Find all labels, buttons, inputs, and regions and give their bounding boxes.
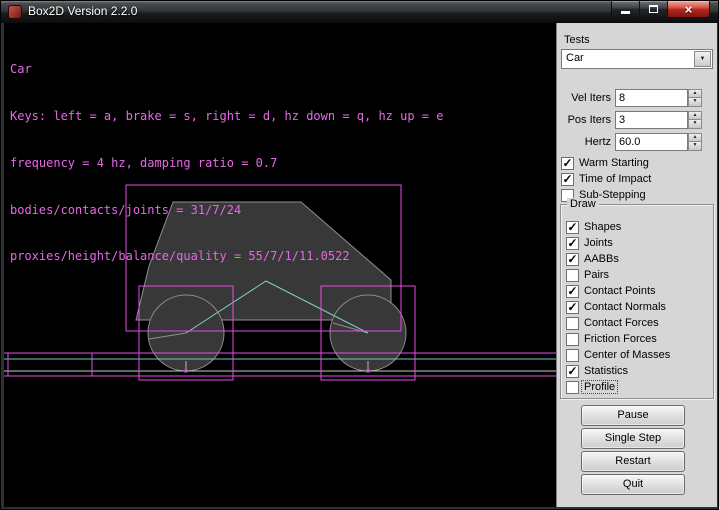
app-icon: [8, 5, 22, 19]
pos-iters-spin-buttons: ▲ ▼: [688, 111, 702, 129]
checkbox-contact-forces[interactable]: Contact Forces: [566, 316, 659, 330]
close-icon: ×: [685, 2, 693, 17]
tests-combobox-value: Car: [566, 52, 584, 64]
checkbox-contact-points[interactable]: ✓ Contact Points: [566, 284, 656, 298]
titlebar[interactable]: Box2D Version 2.2.0 ×: [1, 1, 718, 23]
vel-iters-label: Vel Iters: [557, 92, 611, 104]
checkbox-joints[interactable]: ✓ Joints: [566, 236, 613, 250]
checkbox-friction-forces[interactable]: Friction Forces: [566, 332, 657, 346]
maximize-icon: [649, 5, 658, 13]
checkbox-label: Shapes: [584, 221, 621, 233]
checkbox-box[interactable]: [566, 381, 579, 394]
control-panel: Tests Car ▼ Vel Iters ▲ ▼ Pos Iters ▲ ▼: [556, 23, 717, 507]
quit-button[interactable]: Quit: [581, 474, 685, 495]
checkbox-label: AABBs: [584, 253, 619, 265]
debug-line-proxies: proxies/height/balance/quality = 55/7/1/…: [10, 249, 443, 265]
chevron-down-icon: ▼: [700, 56, 706, 62]
debug-line-title: Car: [10, 62, 443, 78]
checkbox-shapes[interactable]: ✓ Shapes: [566, 220, 621, 234]
checkbox-label: Pairs: [584, 269, 609, 281]
spinner-down-icon: ▼: [693, 98, 698, 104]
simulation-canvas[interactable]: Car Keys: left = a, brake = s, right = d…: [4, 23, 556, 507]
checkbox-time-of-impact[interactable]: ✓ Time of Impact: [561, 172, 651, 186]
checkbox-label: Friction Forces: [584, 333, 657, 345]
debug-text: Car Keys: left = a, brake = s, right = d…: [10, 31, 443, 296]
checkbox-box[interactable]: ✓: [561, 157, 574, 170]
checkbox-warm-starting[interactable]: ✓ Warm Starting: [561, 156, 649, 170]
app-window: Box2D Version 2.2.0 ×: [0, 0, 719, 510]
checkbox-label: Contact Normals: [584, 301, 666, 313]
debug-line-bodies: bodies/contacts/joints = 31/7/24: [10, 203, 443, 219]
checkbox-label: Statistics: [584, 365, 628, 377]
pos-iters-spinner: Pos Iters ▲ ▼: [557, 111, 717, 129]
spinner-up-button[interactable]: ▲: [688, 89, 702, 98]
checkbox-label: Contact Forces: [584, 317, 659, 329]
window-title: Box2D Version 2.2.0: [28, 1, 137, 22]
spinner-down-icon: ▼: [693, 142, 698, 148]
checkbox-box[interactable]: ✓: [561, 173, 574, 186]
contact-point-left: [185, 370, 188, 373]
checkbox-pairs[interactable]: Pairs: [566, 268, 609, 282]
tests-label: Tests: [564, 34, 590, 46]
checkbox-label: Center of Masses: [584, 349, 670, 361]
checkbox-box[interactable]: [566, 269, 579, 282]
checkbox-profile[interactable]: Profile: [566, 380, 618, 394]
vel-iters-spin-buttons: ▲ ▼: [688, 89, 702, 107]
checkbox-box[interactable]: [566, 317, 579, 330]
debug-line-frequency: frequency = 4 hz, damping ratio = 0.7: [10, 156, 443, 172]
hertz-label: Hertz: [557, 136, 611, 148]
spinner-up-button[interactable]: ▲: [688, 111, 702, 120]
checkbox-box[interactable]: ✓: [566, 253, 579, 266]
restart-button[interactable]: Restart: [581, 451, 685, 472]
tests-dropdown-button[interactable]: ▼: [694, 51, 711, 67]
pos-iters-label: Pos Iters: [557, 114, 611, 126]
checkbox-box[interactable]: ✓: [566, 285, 579, 298]
checkbox-box[interactable]: [566, 349, 579, 362]
checkbox-box[interactable]: ✓: [566, 237, 579, 250]
checkbox-label: Warm Starting: [579, 157, 649, 169]
checkbox-statistics[interactable]: ✓ Statistics: [566, 364, 628, 378]
checkbox-label: Profile: [581, 380, 618, 394]
checkbox-box[interactable]: [566, 333, 579, 346]
vel-iters-spinner: Vel Iters ▲ ▼: [557, 89, 717, 107]
contact-point-right: [367, 370, 370, 373]
spinner-down-button[interactable]: ▼: [688, 142, 702, 151]
hertz-spin-buttons: ▲ ▼: [688, 133, 702, 151]
debug-line-keys: Keys: left = a, brake = s, right = d, hz…: [10, 109, 443, 125]
checkbox-label: Joints: [584, 237, 613, 249]
spinner-down-button[interactable]: ▼: [688, 98, 702, 107]
single-step-button[interactable]: Single Step: [581, 428, 685, 449]
close-button[interactable]: ×: [667, 1, 710, 18]
hertz-spinner: Hertz ▲ ▼: [557, 133, 717, 151]
minimize-icon: [621, 11, 630, 14]
checkbox-box[interactable]: ✓: [566, 221, 579, 234]
window-controls: ×: [611, 1, 710, 18]
minimize-button[interactable]: [611, 1, 640, 18]
spinner-down-button[interactable]: ▼: [688, 120, 702, 129]
checkbox-label: Time of Impact: [579, 173, 651, 185]
pause-button[interactable]: Pause: [581, 405, 685, 426]
draw-group-title: Draw: [567, 198, 599, 210]
draw-group: Draw ✓ Shapes ✓ Joints ✓ AABBs Pairs ✓ C…: [560, 204, 714, 399]
checkbox-aabbs[interactable]: ✓ AABBs: [566, 252, 619, 266]
spinner-up-icon: ▲: [693, 112, 698, 118]
spinner-up-icon: ▲: [693, 134, 698, 140]
checkbox-center-of-masses[interactable]: Center of Masses: [566, 348, 670, 362]
checkbox-label: Contact Points: [584, 285, 656, 297]
tests-combobox[interactable]: Car ▼: [561, 49, 713, 69]
hertz-input[interactable]: [615, 133, 688, 151]
spinner-down-icon: ▼: [693, 120, 698, 126]
checkbox-box[interactable]: ✓: [566, 365, 579, 378]
maximize-button[interactable]: [640, 1, 667, 18]
checkbox-contact-normals[interactable]: ✓ Contact Normals: [566, 300, 666, 314]
spinner-up-button[interactable]: ▲: [688, 133, 702, 142]
vel-iters-input[interactable]: [615, 89, 688, 107]
pos-iters-input[interactable]: [615, 111, 688, 129]
spinner-up-icon: ▲: [693, 90, 698, 96]
checkbox-box[interactable]: ✓: [566, 301, 579, 314]
